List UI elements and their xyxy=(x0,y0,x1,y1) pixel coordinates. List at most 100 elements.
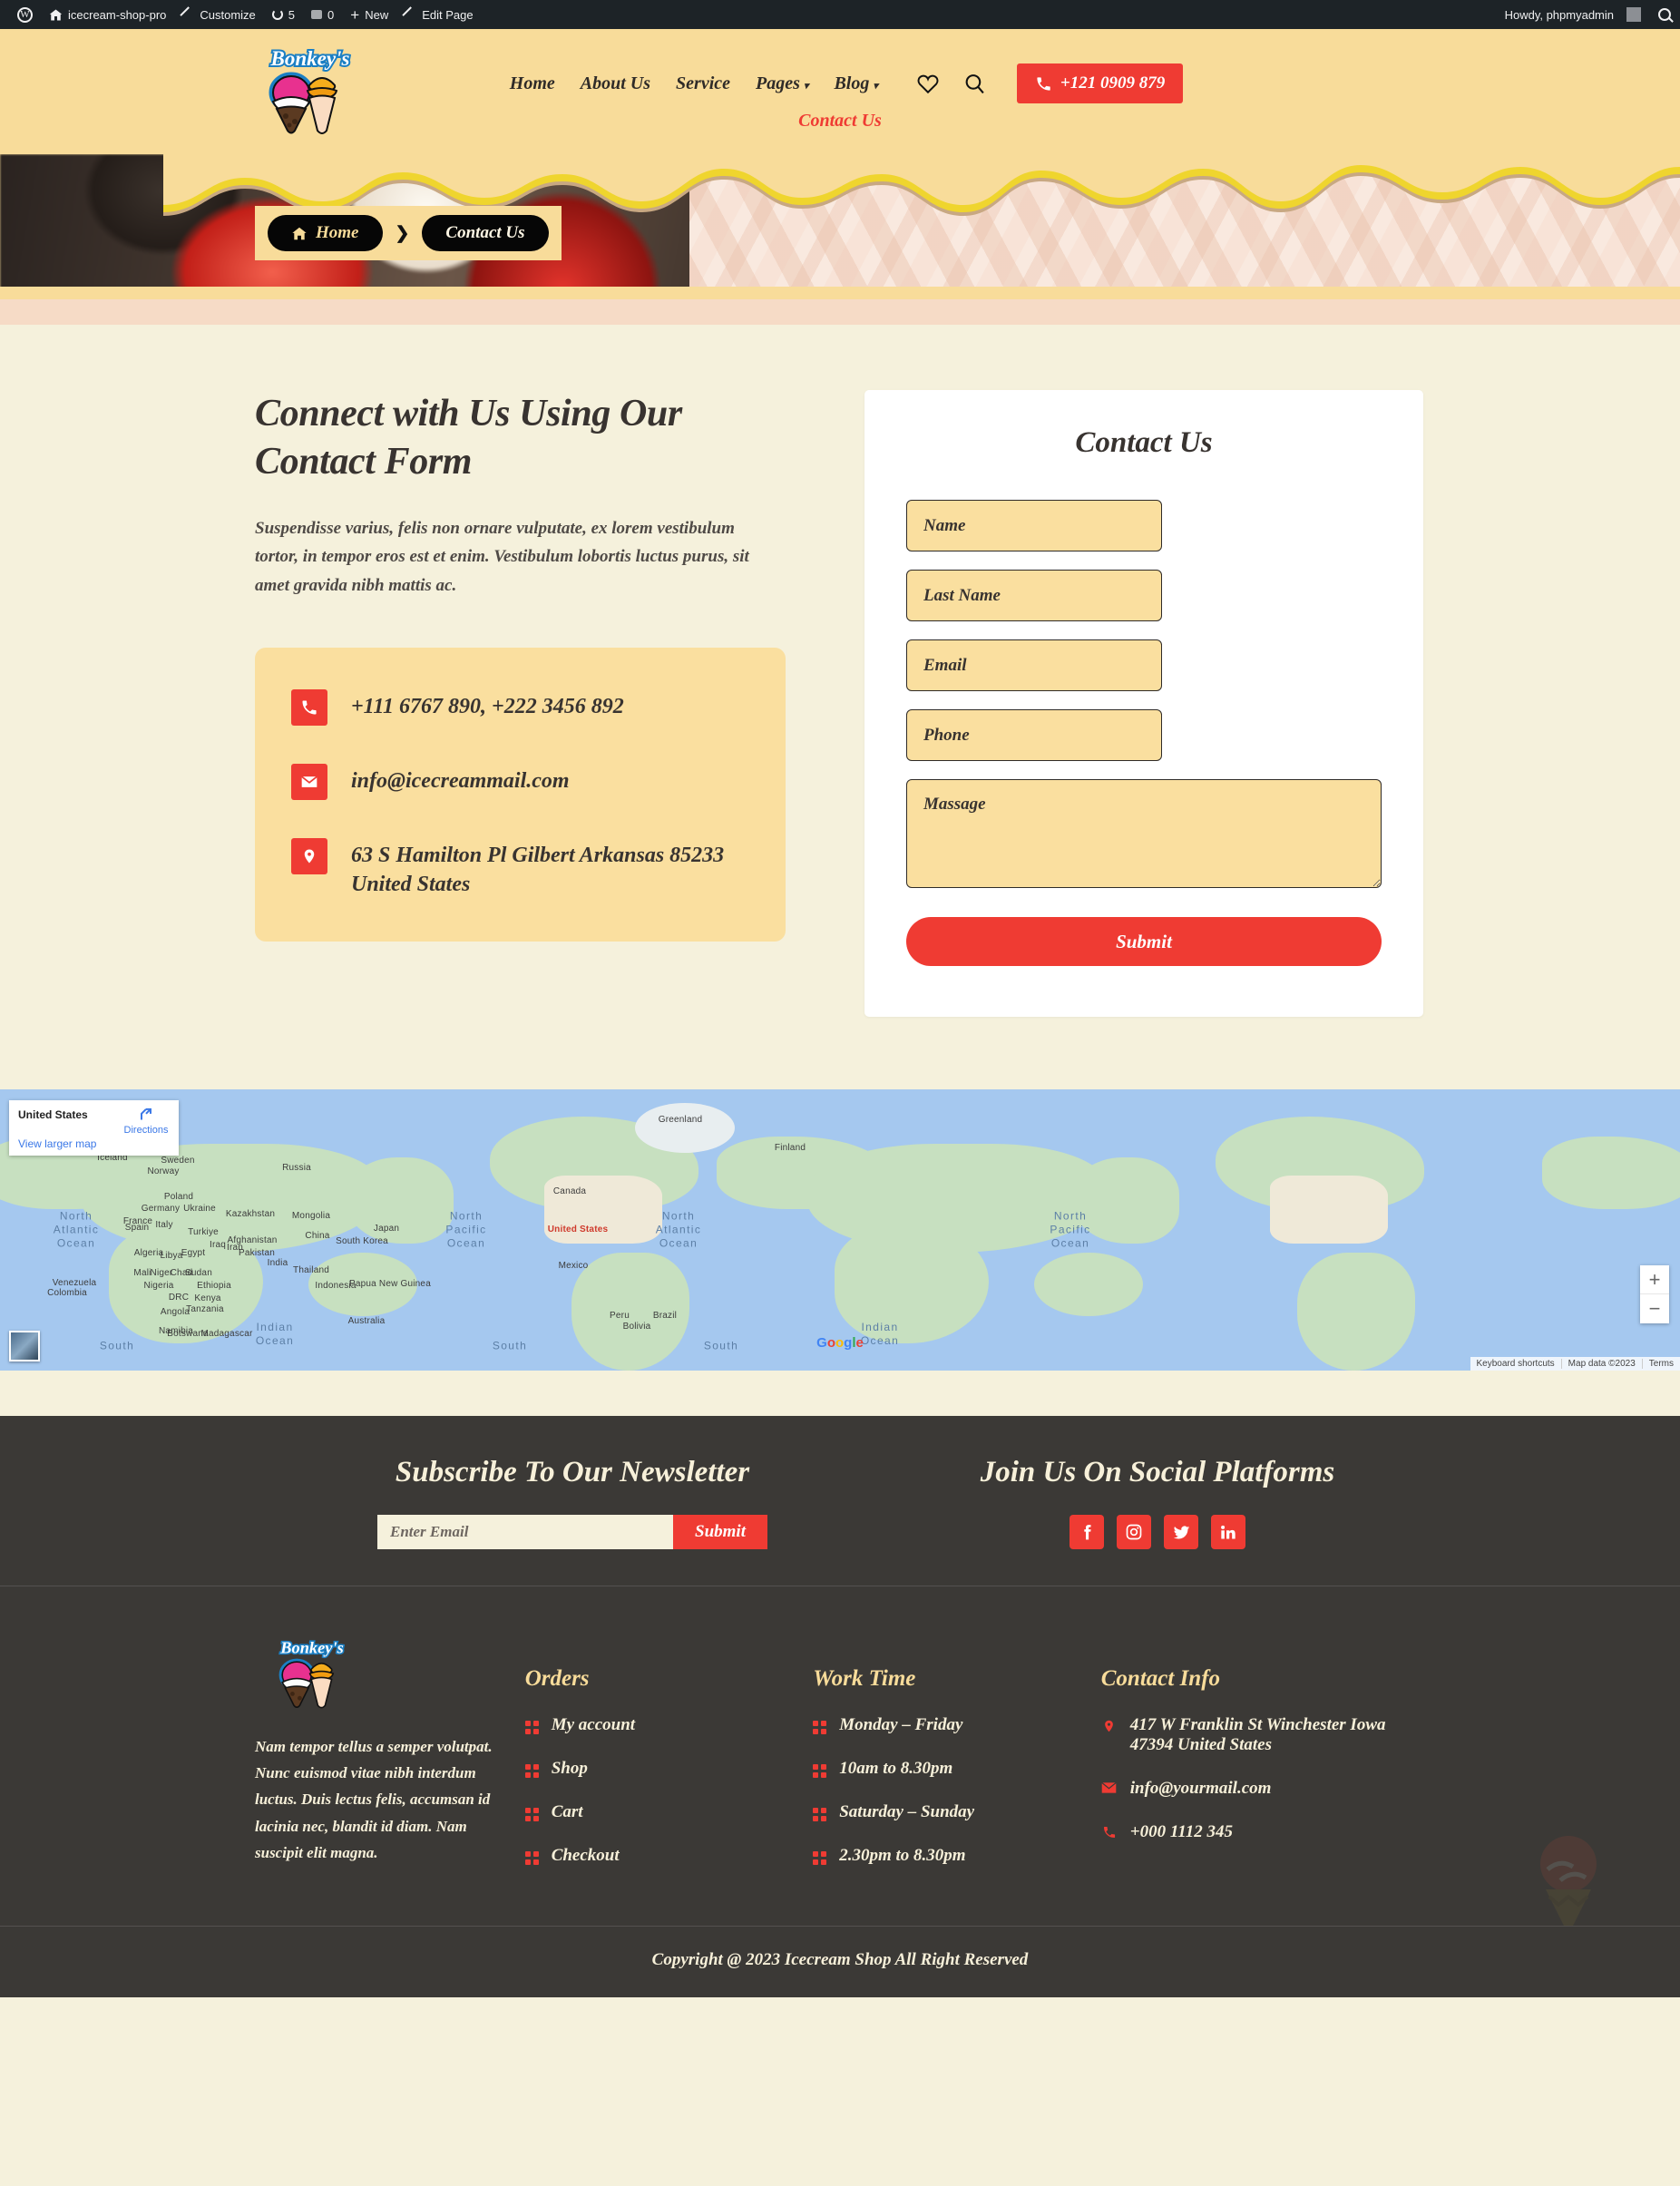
wordpress-admin-bar: icecream-shop-pro Customize 5 0 + New Ed… xyxy=(0,0,1680,29)
map-zoom-in-button[interactable]: + xyxy=(1640,1265,1669,1294)
bonkeys-logo-icon: Bonkey's xyxy=(269,45,351,134)
newsletter-email-input[interactable] xyxy=(377,1515,673,1549)
chevron-right-icon: ❯ xyxy=(395,223,410,243)
map-label: Libya xyxy=(160,1250,183,1261)
contact-info-email-row[interactable]: info@icecreammail.com xyxy=(291,763,749,800)
map-label: Tanzania xyxy=(186,1303,224,1314)
map-zoom-out-button[interactable]: − xyxy=(1640,1294,1669,1323)
wishlist-heart-icon[interactable] xyxy=(916,73,940,94)
nav-item-pages[interactable]: Pages ▾ xyxy=(743,73,821,94)
wordpress-logo-menu[interactable] xyxy=(9,0,41,29)
map-canvas[interactable]: United States Canada Mexico Greenland Icelan… xyxy=(0,1089,1680,1371)
map-label: Bolivia xyxy=(622,1321,651,1332)
footer-orders-item-checkout[interactable]: Checkout xyxy=(524,1846,814,1866)
map-data-label: Map data ©2023 xyxy=(1560,1359,1642,1369)
nav-item-blog-label: Blog xyxy=(834,73,870,93)
map-terms-link[interactable]: Terms xyxy=(1641,1359,1680,1369)
map-label: South xyxy=(492,1339,528,1352)
footer-worktime-item-weekend-hours: 2.30pm to 8.30pm xyxy=(813,1846,1101,1866)
footer-orders-item-label: My account xyxy=(551,1715,636,1734)
social-title: Join Us On Social Platforms xyxy=(980,1456,1335,1488)
howdy-label: Howdy, phpmyadmin xyxy=(1504,7,1614,22)
contact-form-submit-button[interactable]: Submit xyxy=(906,917,1382,966)
newsletter-submit-button[interactable]: Submit xyxy=(673,1515,767,1549)
map-view-larger-link[interactable]: View larger map xyxy=(18,1137,96,1150)
plus-icon: + xyxy=(350,5,360,24)
hero-divider-strip xyxy=(0,299,1680,325)
footer-contact-column: Contact Info 417 W Franklin St Wincheste… xyxy=(1101,1637,1425,1889)
footer-logo[interactable]: Bonkey's xyxy=(268,1637,357,1710)
customize-button[interactable]: Customize xyxy=(174,0,263,29)
footer-brand-column: Bonkey's Nam tempor tellus a semper volu… xyxy=(255,1637,525,1889)
footer-orders-item-shop[interactable]: Shop xyxy=(524,1759,814,1779)
map-directions-button[interactable]: Directions xyxy=(121,1104,171,1136)
map-label: Poland xyxy=(163,1191,194,1202)
nav-item-contact-us[interactable]: Contact Us xyxy=(786,111,894,132)
section-description: Suspendisse varius, felis non ornare vul… xyxy=(255,518,749,596)
footer-contact-phone[interactable]: +000 1112 345 xyxy=(1101,1822,1425,1842)
map-label: India xyxy=(267,1257,288,1268)
header-phone-button[interactable]: +121 0909 879 xyxy=(1016,63,1184,103)
footer-orders-item-my-account[interactable]: My account xyxy=(524,1715,814,1735)
revisions-count: 5 xyxy=(288,7,296,22)
hero-bottom-strip xyxy=(0,287,1680,299)
hero-banner: Home ❯ Contact Us xyxy=(0,154,1680,299)
map-label: Egypt xyxy=(181,1247,206,1258)
bonkeys-logo-icon: Bonkey's xyxy=(278,1637,345,1709)
map-street-view-thumbnail[interactable] xyxy=(9,1331,40,1361)
site-footer: Bonkey's Nam tempor tellus a semper volu… xyxy=(0,1586,1680,1926)
contact-info-phone-row[interactable]: +111 6767 890, +222 3456 892 xyxy=(291,688,749,726)
contact-left-column: Connect with Us Using Our Contact Form S… xyxy=(255,390,790,1017)
nav-item-home[interactable]: Home xyxy=(497,73,568,94)
newsletter-inner: Subscribe To Our Newsletter Submit Join … xyxy=(255,1456,1425,1549)
instagram-icon[interactable] xyxy=(1117,1515,1151,1549)
edit-page-button[interactable]: Edit Page xyxy=(396,0,481,29)
search-icon[interactable] xyxy=(963,73,986,95)
facebook-icon[interactable] xyxy=(1070,1515,1104,1549)
nav-item-about-us[interactable]: About Us xyxy=(568,73,663,94)
site-name-menu[interactable]: icecream-shop-pro xyxy=(41,0,174,29)
contact-info-address-row[interactable]: 63 S Hamilton Pl Gilbert Arkansas 85233 … xyxy=(291,837,749,900)
google-map-embed[interactable]: United States Canada Mexico Greenland Icelan… xyxy=(0,1089,1680,1371)
nav-item-blog[interactable]: Blog ▾ xyxy=(821,73,890,94)
map-keyboard-shortcuts-link[interactable]: Keyboard shortcuts xyxy=(1470,1359,1561,1369)
section-title-line2: Contact Form xyxy=(255,441,473,483)
message-textarea[interactable] xyxy=(906,779,1382,888)
section-title-line1: Connect with Us Using Our xyxy=(255,393,682,434)
comments-indicator[interactable]: 0 xyxy=(303,0,342,29)
phone-input[interactable] xyxy=(906,709,1162,761)
site-header: Bonkey's Home About Us Service Pages ▾ Bl… xyxy=(0,29,1680,154)
contact-container: Connect with Us Using Our Contact Form S… xyxy=(255,390,1425,1017)
chevron-down-icon: ▾ xyxy=(803,80,809,92)
map-label: North Atlantic Ocean xyxy=(53,1209,100,1250)
newsletter-section: Subscribe To Our Newsletter Submit Join … xyxy=(0,1416,1680,1586)
footer-orders-item-cart[interactable]: Cart xyxy=(524,1802,814,1822)
breadcrumb-item-home[interactable]: Home xyxy=(268,215,383,251)
map-label: North Pacific Ocean xyxy=(1050,1209,1091,1250)
revisions-indicator[interactable]: 5 xyxy=(264,0,303,29)
search-icon[interactable] xyxy=(1658,8,1671,21)
ice-cream-watermark-icon xyxy=(1540,1836,1597,1926)
email-input[interactable] xyxy=(906,639,1162,691)
breadcrumb-home-label: Home xyxy=(316,223,359,242)
footer-worktime-item-weekdays: Monday – Friday xyxy=(813,1715,1101,1735)
newsletter-title: Subscribe To Our Newsletter xyxy=(395,1456,750,1488)
map-label: Turkiye xyxy=(188,1226,219,1237)
site-logo[interactable]: Bonkey's xyxy=(255,45,366,136)
pencil-edit-icon xyxy=(402,5,419,24)
new-content-button[interactable]: + New xyxy=(342,0,396,29)
last-name-input[interactable] xyxy=(906,570,1162,621)
map-label: South xyxy=(99,1339,135,1352)
map-label: Ukraine xyxy=(183,1203,216,1214)
footer-contact-email[interactable]: info@yourmail.com xyxy=(1101,1779,1425,1799)
twitter-icon[interactable] xyxy=(1164,1515,1198,1549)
footer-worktime-item-weekend: Saturday – Sunday xyxy=(813,1802,1101,1822)
linkedin-icon[interactable] xyxy=(1211,1515,1245,1549)
map-label: Nigeria xyxy=(143,1280,174,1291)
name-input[interactable] xyxy=(906,500,1162,551)
nav-item-service[interactable]: Service xyxy=(663,73,743,94)
user-account-menu[interactable]: Howdy, phpmyadmin xyxy=(1497,0,1649,29)
map-label: Kazakhstan xyxy=(225,1208,276,1219)
map-label: Germany xyxy=(141,1203,181,1214)
newsletter-form: Submit xyxy=(255,1515,890,1549)
